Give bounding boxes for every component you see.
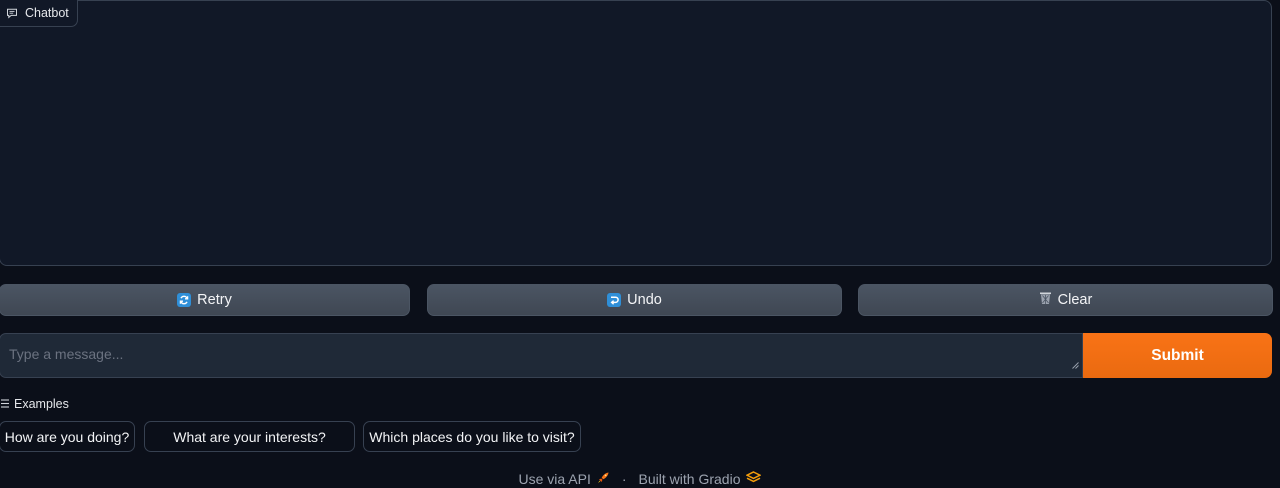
list-icon (1, 397, 9, 411)
example-button[interactable]: Which places do you like to visit? (363, 421, 581, 452)
undo-button[interactable]: Undo (427, 284, 842, 316)
retry-label: Retry (197, 292, 232, 308)
example-button[interactable]: What are your interests? (144, 421, 355, 452)
footer-separator: · (621, 471, 627, 487)
example-label: What are your interests? (173, 428, 326, 445)
built-with-gradio-link[interactable]: Built with Gradio (638, 471, 763, 487)
submit-button[interactable]: Submit (1083, 333, 1272, 378)
clear-label: Clear (1057, 292, 1093, 308)
rocket-icon (597, 471, 610, 487)
retry-icon (177, 293, 192, 307)
chatbot-panel[interactable] (0, 0, 1272, 266)
chat-interface: Chatbot Retry Undo Clear Type a message.… (0, 0, 1280, 488)
message-input-wrapper (0, 333, 1083, 378)
built-with-gradio-label: Built with Gradio (638, 471, 741, 487)
example-button[interactable]: How are you doing? (0, 421, 135, 452)
clear-button[interactable]: Clear (858, 284, 1273, 316)
gradio-logo-icon (745, 471, 763, 487)
chat-icon (6, 8, 18, 19)
undo-icon (607, 293, 622, 307)
chatbot-label: Chatbot (0, 0, 78, 27)
message-input[interactable] (0, 334, 1082, 377)
undo-label: Undo (627, 292, 662, 308)
chatbot-label-text: Chatbot (25, 6, 69, 20)
wastebasket-icon (1039, 291, 1052, 309)
resize-handle-icon[interactable] (1072, 356, 1079, 374)
examples-label: Examples (14, 397, 69, 411)
example-label: Which places do you like to visit? (369, 428, 575, 445)
use-via-api-label: Use via API (518, 471, 591, 487)
submit-label: Submit (1151, 346, 1204, 364)
retry-button[interactable]: Retry (0, 284, 410, 316)
footer: Use via API · Built with Gradio (0, 471, 1280, 487)
examples-header: Examples (1, 397, 69, 411)
use-via-api-link[interactable]: Use via API (519, 471, 610, 487)
example-label: How are you doing? (4, 428, 130, 445)
